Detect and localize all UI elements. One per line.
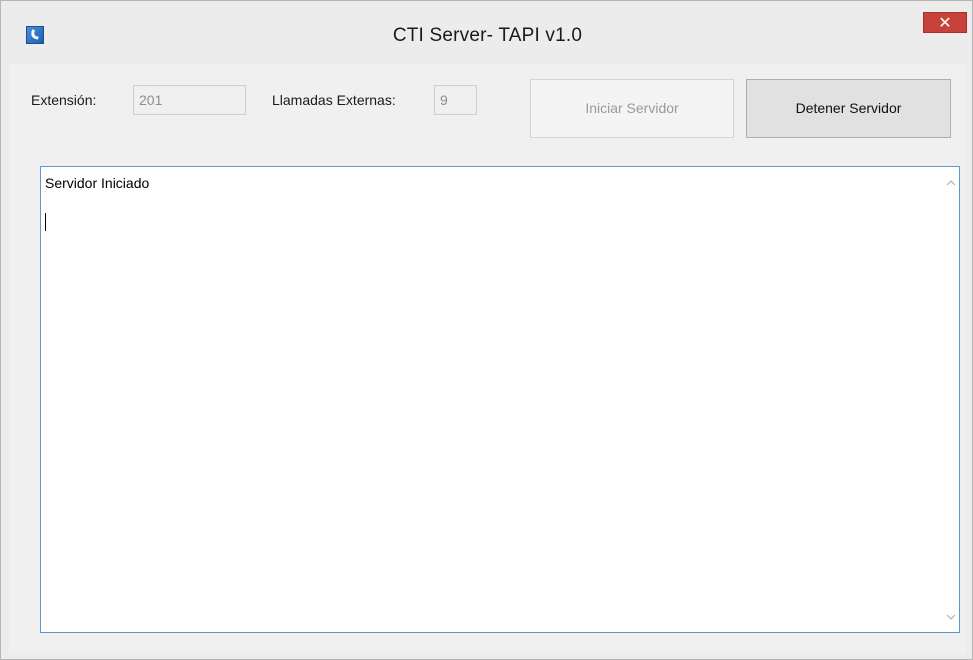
log-textarea[interactable]: Servidor Iniciado bbox=[40, 166, 960, 633]
close-button[interactable]: ✕ bbox=[923, 12, 967, 33]
extension-field[interactable]: 201 bbox=[133, 85, 246, 115]
app-window: CTI Server- TAPI v1.0 ✕ Extensión: 201 L… bbox=[0, 0, 973, 660]
text-caret bbox=[45, 213, 46, 231]
client-area: Extensión: 201 Llamadas Externas: 9 Inic… bbox=[9, 64, 966, 653]
log-text: Servidor Iniciado bbox=[45, 175, 150, 191]
chevron-down-icon[interactable] bbox=[942, 609, 959, 626]
extension-label: Extensión: bbox=[31, 92, 97, 108]
vertical-scrollbar[interactable] bbox=[942, 167, 959, 632]
stop-server-button[interactable]: Detener Servidor bbox=[746, 79, 951, 138]
title-bar[interactable]: CTI Server- TAPI v1.0 ✕ bbox=[1, 1, 972, 64]
chevron-up-icon[interactable] bbox=[942, 175, 959, 192]
external-calls-label: Llamadas Externas: bbox=[272, 92, 396, 108]
start-server-button[interactable]: Iniciar Servidor bbox=[530, 79, 734, 138]
window-title: CTI Server- TAPI v1.0 bbox=[392, 25, 583, 46]
external-calls-field[interactable]: 9 bbox=[434, 85, 477, 115]
